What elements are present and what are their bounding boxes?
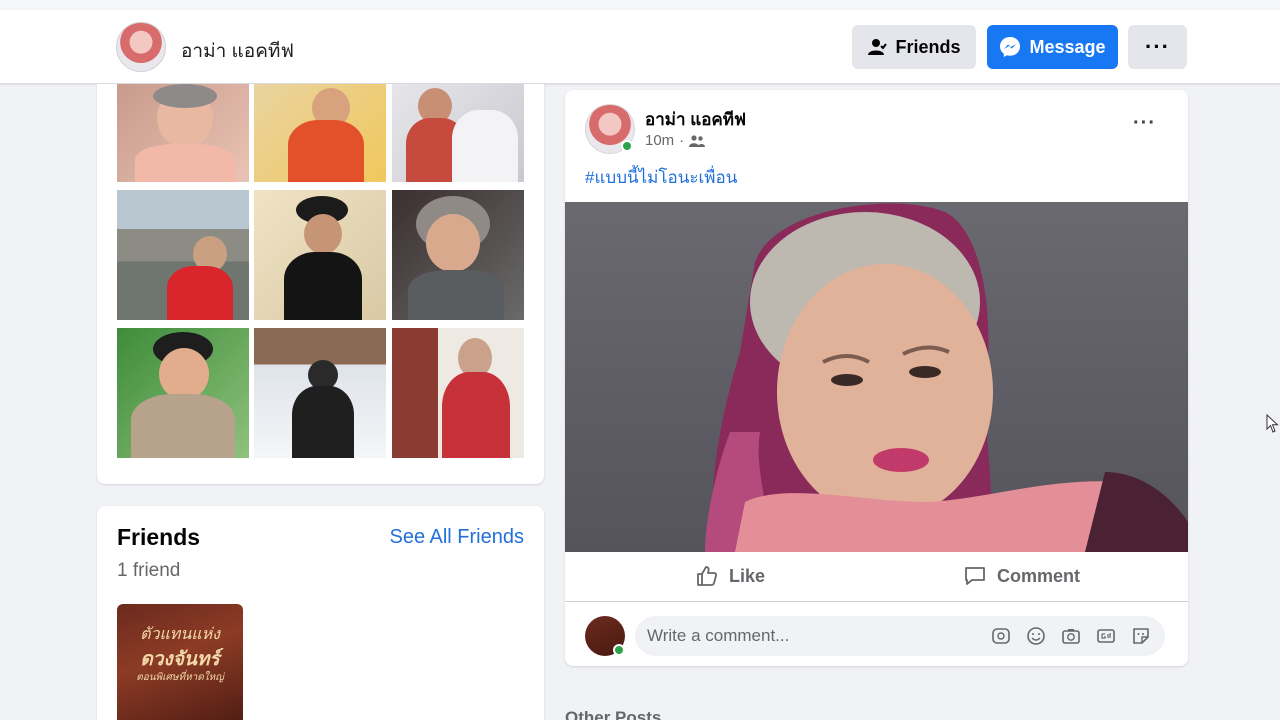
like-label: Like [729,565,766,586]
photo-thumb-5[interactable] [254,190,386,320]
profile-avatar[interactable] [116,22,166,72]
post-author-name[interactable]: อาม่า แอคทีฟ [645,106,746,133]
avatar-sticker-icon[interactable] [991,626,1011,646]
messenger-icon [1000,37,1021,57]
friend-thumbnail[interactable]: ตัวแทนแห่ง ดวงจันทร์ ตอนพิเศษที่หาดใหญ่ [117,604,243,720]
post-photo-illustration [705,203,1188,552]
profile-header-bar: อาม่า แอคทีฟ Friends Message ··· [0,0,1280,84]
comment-box[interactable] [635,616,1165,656]
photo-thumb-8[interactable] [254,328,386,458]
friends-button-label: Friends [895,36,961,57]
message-button-label: Message [1029,36,1106,57]
more-options-button[interactable]: ··· [1128,25,1187,69]
see-all-friends-link[interactable]: See All Friends [389,526,524,549]
friends-button[interactable]: Friends [852,25,976,69]
post-more-button[interactable]: ··· [1133,112,1156,135]
profile-name[interactable]: อาม่า แอคทีฟ [181,36,294,66]
photo-thumb-2[interactable] [254,84,386,182]
comment-input[interactable] [647,616,977,656]
photo-thumb-7[interactable] [117,328,249,458]
comment-bubble-icon [965,567,985,585]
photo-thumb-3[interactable] [392,84,524,182]
comment-composer [565,608,1188,666]
post-card: อาม่า แอคทีฟ 10m · ··· #แบบนี้ไม่โอนะเพื… [565,90,1188,666]
meta-separator: · [679,132,685,149]
mouse-cursor-icon [1266,414,1279,433]
person-check-icon [868,39,888,55]
post-hashtag[interactable]: #แบบนี้ไม่โอนะเพื่อน [585,164,737,191]
browser-strip [0,0,1280,10]
friends-title: Friends [117,524,201,550]
comment-tools [991,626,1151,646]
friends-count: 1 friend [117,560,181,581]
photos-card [97,84,544,484]
post-photo[interactable] [565,202,1188,552]
sticker-icon[interactable] [1131,626,1151,646]
camera-icon[interactable] [1061,626,1081,646]
photo-thumb-6[interactable] [392,190,524,320]
comment-label: Comment [997,565,1081,586]
like-button[interactable]: Like [695,564,765,588]
photo-thumb-9[interactable] [392,328,524,458]
post-timestamp[interactable]: 10m [645,132,674,149]
other-posts-heading: Other Posts [565,708,662,720]
online-status-dot [621,140,633,152]
thumbs-up-icon [697,566,718,586]
friends-audience-icon [689,134,706,147]
friends-card: Friends See All Friends 1 friend ตัวแทนแ… [97,506,544,720]
friend-thumb-line-3: ตอนพิเศษที่หาดใหญ่ [136,672,224,683]
emoji-icon[interactable] [1026,626,1046,646]
photo-thumb-4[interactable] [117,190,249,320]
message-button[interactable]: Message [987,25,1118,69]
gif-icon[interactable] [1096,626,1116,646]
comment-button[interactable]: Comment [963,564,1080,588]
photo-thumb-1[interactable] [117,84,249,182]
post-action-row: Like Comment [565,556,1188,602]
commenter-online-dot [613,644,625,656]
post-meta: 10m · [645,132,706,149]
